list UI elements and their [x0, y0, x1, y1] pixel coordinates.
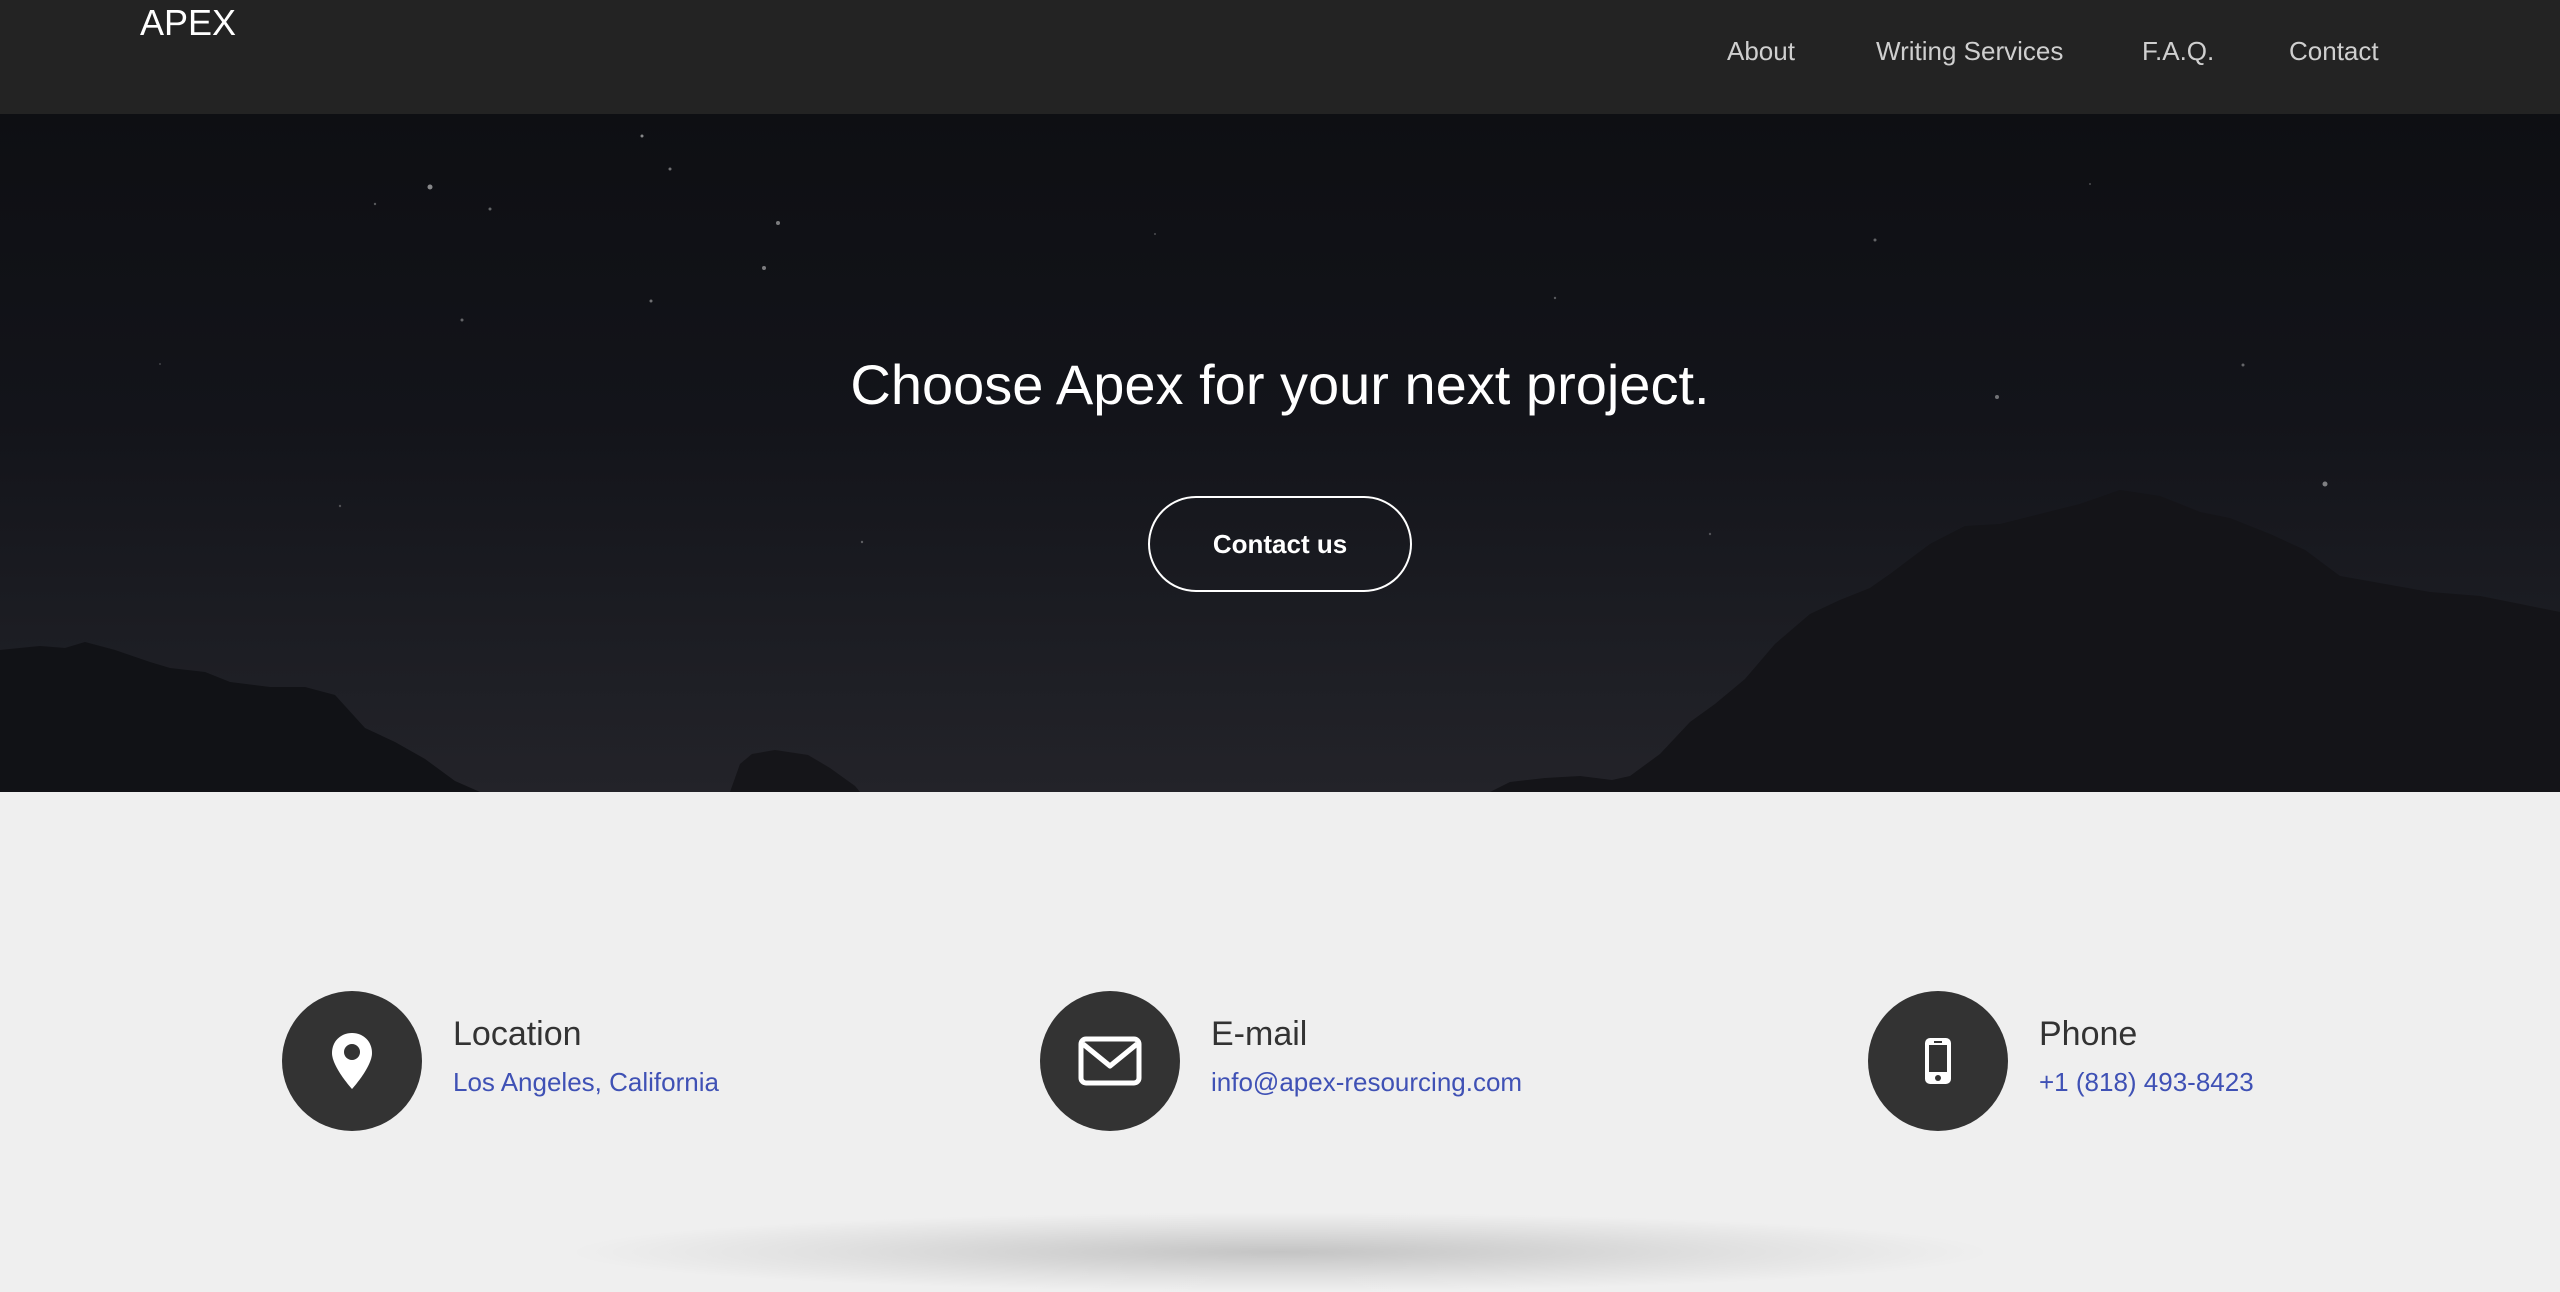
- email-icon-circle: [1040, 991, 1180, 1131]
- location-icon-circle: [282, 991, 422, 1131]
- navbar: APEX About Writing Services F.A.Q. Conta…: [0, 0, 2560, 114]
- envelope-icon: [1078, 1036, 1142, 1086]
- nav-links: About Writing Services F.A.Q. Contact: [0, 36, 2560, 76]
- info-value-phone[interactable]: +1 (818) 493-8423: [2039, 1067, 2254, 1098]
- contact-info-section: Location Los Angeles, California E-mail …: [0, 792, 2560, 1292]
- info-value-email[interactable]: info@apex-resourcing.com: [1211, 1067, 1522, 1098]
- info-title-location: Location: [453, 1015, 582, 1053]
- mountain-silhouette: [0, 490, 2560, 792]
- hero-section: Choose Apex for your next project. Conta…: [0, 114, 2560, 792]
- phone-icon-circle: [1868, 991, 2008, 1131]
- info-value-location[interactable]: Los Angeles, California: [453, 1067, 719, 1098]
- map-pin-icon: [332, 1033, 372, 1089]
- nav-link-writing-services[interactable]: Writing Services: [1876, 36, 2063, 67]
- card-shadow-edge: [560, 1212, 2000, 1292]
- contact-us-button[interactable]: Contact us: [1148, 496, 1412, 592]
- nav-link-about[interactable]: About: [1727, 36, 1795, 67]
- info-title-phone: Phone: [2039, 1015, 2138, 1053]
- mobile-phone-icon: [1925, 1038, 1951, 1084]
- nav-link-contact[interactable]: Contact: [2289, 36, 2379, 67]
- hero-title: Choose Apex for your next project.: [850, 353, 1710, 416]
- nav-link-faq[interactable]: F.A.Q.: [2142, 36, 2214, 67]
- info-title-email: E-mail: [1211, 1015, 1308, 1053]
